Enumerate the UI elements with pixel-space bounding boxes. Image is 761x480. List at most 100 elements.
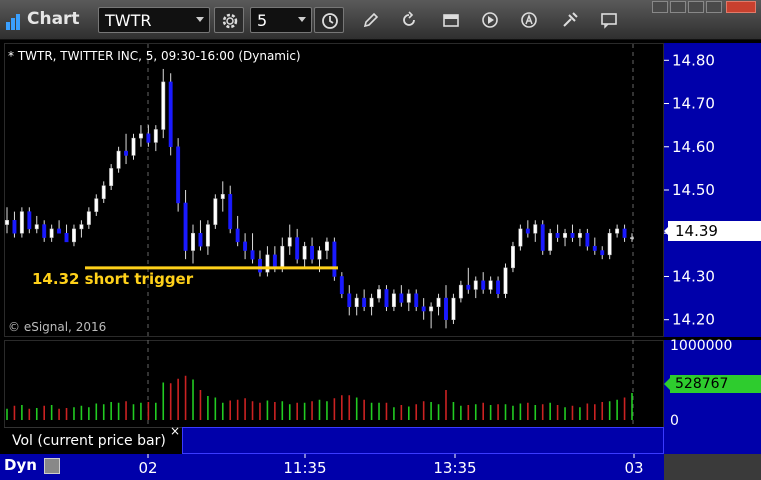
candle-body xyxy=(12,220,17,234)
candle-body xyxy=(324,241,329,251)
candle-body xyxy=(243,241,248,251)
volume-tick-label: 1000000 xyxy=(670,338,732,354)
price-tick-label: 14.50 xyxy=(672,181,715,199)
candle-body xyxy=(555,232,560,238)
trigger-annotation: 14.32 short trigger xyxy=(32,270,194,288)
candle-body xyxy=(250,250,255,260)
candle-body xyxy=(34,224,39,230)
candle-body xyxy=(131,137,136,156)
candle-body xyxy=(72,228,76,243)
candle-body xyxy=(391,293,396,307)
candle-body xyxy=(607,232,612,256)
volume-legend-bar xyxy=(182,427,664,454)
candle-body xyxy=(533,224,538,234)
candle-body xyxy=(473,280,478,290)
candle-body xyxy=(302,245,307,260)
candle-body xyxy=(347,293,352,307)
candle-body xyxy=(481,280,486,290)
candle-body xyxy=(630,237,634,239)
candle-body xyxy=(146,133,151,143)
candle-body xyxy=(153,129,158,143)
candle-body xyxy=(42,224,47,238)
candle-body xyxy=(228,194,233,230)
close-icon[interactable]: × xyxy=(170,424,180,438)
copyright-label: © eSignal, 2016 xyxy=(8,320,107,334)
candle-body xyxy=(563,232,567,238)
candle-body xyxy=(362,297,367,307)
candle-body xyxy=(444,297,448,320)
candle-body xyxy=(406,293,411,303)
candle-body xyxy=(451,297,456,320)
candle-body xyxy=(183,202,188,251)
price-tick-label: 14.60 xyxy=(672,138,715,156)
candle-body xyxy=(458,284,463,299)
candle-body xyxy=(592,245,597,251)
last-price-label: 14.39 xyxy=(668,221,761,241)
candle-body xyxy=(585,232,590,247)
candle-body xyxy=(399,293,404,303)
candle-body xyxy=(332,241,337,277)
candle-body xyxy=(49,228,54,238)
candle-body xyxy=(265,254,270,273)
dynamic-mode-button[interactable]: Dyn xyxy=(4,456,37,474)
candle-body xyxy=(19,211,24,234)
candle-body xyxy=(79,224,84,230)
candle-body xyxy=(339,276,344,295)
candle-body xyxy=(235,228,240,243)
candle-body xyxy=(124,150,128,156)
candle-body xyxy=(272,254,277,269)
candle-body xyxy=(220,194,225,199)
candle-body xyxy=(109,168,114,186)
candle-body xyxy=(421,306,426,312)
candle-body xyxy=(548,232,553,251)
volume-legend-text: Vol (current price bar) xyxy=(12,433,166,449)
candle-body xyxy=(168,81,173,148)
candle-body xyxy=(540,224,545,251)
candle-body xyxy=(161,81,166,130)
price-tick-label: 14.70 xyxy=(672,95,715,113)
price-tick-label: 14.20 xyxy=(672,311,715,329)
candle-body xyxy=(280,245,285,269)
candle-body xyxy=(27,211,32,230)
price-tick-label: 14.30 xyxy=(672,267,715,285)
time-tick-label: 11:35 xyxy=(283,459,326,477)
candle-body xyxy=(570,232,575,238)
candle-body xyxy=(116,150,121,169)
chart-header: * TWTR, TWITTER INC, 5, 09:30-16:00 (Dyn… xyxy=(8,49,301,63)
candle-body xyxy=(622,228,627,238)
candle-body xyxy=(310,245,315,260)
candle-body xyxy=(615,228,620,234)
candle-body xyxy=(213,198,218,225)
candle-body xyxy=(295,237,300,260)
candle-body xyxy=(258,258,262,273)
candle-body xyxy=(429,306,434,312)
candle-body xyxy=(414,293,419,307)
candle-body xyxy=(138,133,143,139)
candle-body xyxy=(101,185,106,199)
volume-legend[interactable]: Vol (current price bar) xyxy=(4,427,182,454)
candle-body xyxy=(176,146,181,204)
time-tick-label: 02 xyxy=(138,459,157,477)
candle-body xyxy=(600,250,605,256)
candle-body xyxy=(354,297,359,307)
candle-body xyxy=(384,289,389,307)
candle-body xyxy=(317,250,322,260)
candle-body xyxy=(287,237,292,247)
candle-body xyxy=(369,297,374,307)
candle-body xyxy=(377,289,381,299)
lock-icon[interactable] xyxy=(44,458,60,474)
candle-body xyxy=(57,228,62,234)
candle-body xyxy=(64,232,69,243)
candle-body xyxy=(518,228,523,247)
candle-body xyxy=(511,245,515,269)
chart-canvas[interactable]: 14.8014.7014.6014.5014.4014.3014.2010000… xyxy=(0,0,761,480)
price-tick-label: 14.80 xyxy=(672,51,715,69)
candle-body xyxy=(525,228,530,234)
candle-body xyxy=(577,232,582,238)
candle-body xyxy=(94,198,99,212)
candle-body xyxy=(496,280,501,295)
time-tick-label: 03 xyxy=(624,459,643,477)
volume-tick-label: 0 xyxy=(670,413,679,429)
last-volume-label: 528767 xyxy=(670,375,761,393)
candle-body xyxy=(503,267,508,295)
